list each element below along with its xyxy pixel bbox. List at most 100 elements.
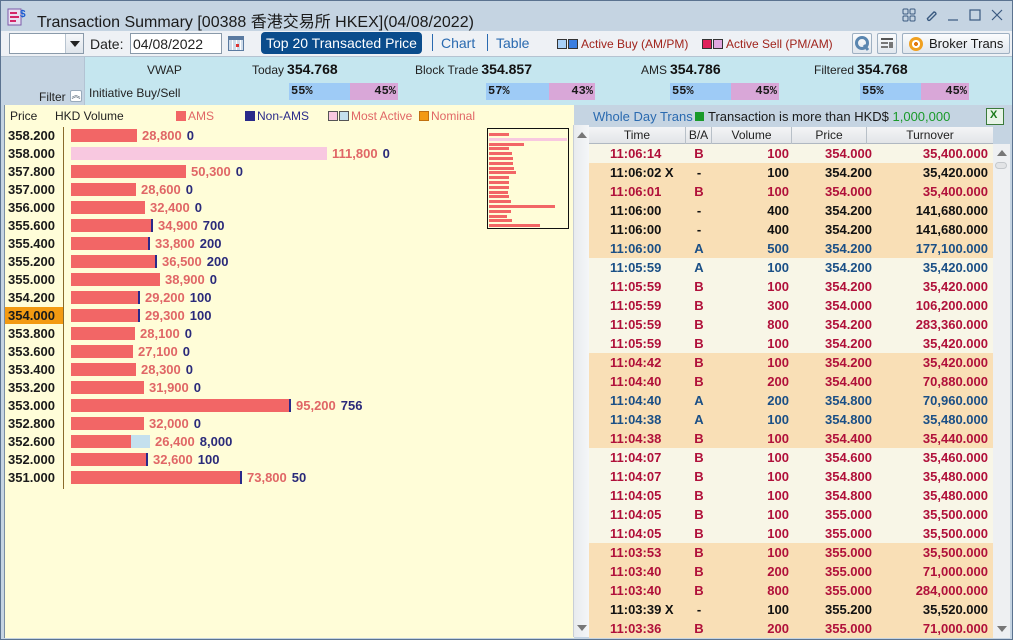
active-sell-pm-swatch [702,39,712,49]
transaction-row[interactable]: 11:04:05 B 100 354.800 35,480.000 [589,486,993,505]
broker-trans-button[interactable]: Broker Trans [902,33,1011,54]
scroll-up-arrow-icon[interactable] [997,150,1007,156]
calendar-icon[interactable] [228,36,244,51]
price-volume-row[interactable]: 353.200 31,900 0 [5,379,565,397]
price-volume-row[interactable]: 352.600 26,400 8,000 [5,433,565,451]
transaction-row[interactable]: 11:04:05 B 100 355.000 35,500.000 [589,524,993,543]
price-volume-row[interactable]: 358.000 111,800 0 [5,145,565,163]
buy-ask-indicator: B [694,469,704,484]
layout-icon[interactable] [902,8,916,22]
scroll-down-arrow-icon[interactable] [997,626,1007,632]
price-volume-row[interactable]: 355.000 38,900 0 [5,271,565,289]
transaction-row[interactable]: 11:03:39 X - 100 355.200 35,520.000 [589,600,993,619]
transaction-row[interactable]: 11:04:38 B 100 354.400 35,440.000 [589,429,993,448]
date-input[interactable] [130,33,222,54]
toolbar: Date: Top 20 Transacted Price Chart Tabl… [1,31,1012,57]
tab-table[interactable]: Table [496,35,529,51]
column-header-time[interactable]: Time [589,127,686,144]
transaction-row[interactable]: 11:05:59 B 100 354.200 35,420.000 [589,334,993,353]
transaction-row[interactable]: 11:06:01 B 100 354.000 35,400.000 [589,182,993,201]
transaction-row[interactable]: 11:05:59 B 800 354.200 283,360.000 [589,315,993,334]
column-header-volume[interactable]: Volume [712,127,792,144]
non-ams-volume-bar [240,471,242,484]
transaction-row[interactable]: 11:04:38 A 100 354.800 35,480.000 [589,410,993,429]
price-volume-row[interactable]: 354.200 29,200 100 [5,289,565,307]
trade-volume: 800 [767,317,789,332]
price-volume-row[interactable]: 353.000 95,200 756 [5,397,565,415]
transaction-row[interactable]: 11:06:14 B 100 354.000 35,400.000 [589,144,993,163]
quote-button[interactable] [852,33,872,54]
layout-view-button[interactable] [877,33,897,54]
trade-turnover: 35,460.000 [922,450,988,465]
minimap-bar [489,205,555,208]
vwap-filtered-value: 354.768 [857,61,908,77]
tab-top-20-transacted-price[interactable]: Top 20 Transacted Price [261,32,422,54]
price-volume-row[interactable]: 353.800 28,100 0 [5,325,565,343]
scroll-down-arrow-icon[interactable] [577,625,587,631]
trade-turnover: 35,500.000 [922,545,988,560]
scroll-up-arrow-icon[interactable] [577,132,587,138]
trade-volume: 100 [767,469,789,484]
chevron-double-up-icon[interactable]: ︽ [70,90,82,102]
price-volume-row[interactable]: 353.400 28,300 0 [5,361,565,379]
ams-volume-value: 28,100 [140,326,180,341]
transaction-row[interactable]: 11:04:07 B 100 354.600 35,460.000 [589,448,993,467]
transaction-row[interactable]: 11:05:59 A 100 354.200 35,420.000 [589,258,993,277]
transaction-row[interactable]: 11:03:36 B 200 355.000 71,000.000 [589,619,993,638]
transactions-scrollbar[interactable] [993,144,1010,638]
trade-time: 11:04:38 [610,431,662,446]
ams-volume-value: 28,300 [141,362,181,377]
transaction-row[interactable]: 11:05:59 B 100 354.200 35,420.000 [589,277,993,296]
ams-volume-value: 50,300 [191,164,231,179]
price-volume-row[interactable]: 354.000 29,300 100 [5,307,565,325]
volume-overview-minimap[interactable] [487,128,569,229]
transaction-row[interactable]: 11:04:40 B 200 354.400 70,880.000 [589,372,993,391]
vwap-filtered-label: Filtered [814,63,855,77]
price-volume-row[interactable]: 351.000 73,800 50 [5,469,565,487]
column-header-ba[interactable]: B/A [686,127,712,144]
price-label: 352.600 [8,434,55,449]
price-volume-row[interactable]: 356.000 32,400 0 [5,199,565,217]
buy-ask-indicator: B [694,374,704,389]
price-volume-row[interactable]: 355.600 34,900 700 [5,217,565,235]
whole-day-trans-title[interactable]: Whole Day Trans [593,109,693,124]
price-volume-row[interactable]: 352.800 32,000 0 [5,415,565,433]
transaction-row[interactable]: 11:04:40 A 200 354.800 70,960.000 [589,391,993,410]
tab-chart[interactable]: Chart [441,35,475,51]
price-volume-row[interactable]: 357.800 50,300 0 [5,163,565,181]
transaction-row[interactable]: 11:04:05 B 100 355.000 35,500.000 [589,505,993,524]
transaction-row[interactable]: 11:03:53 B 100 355.000 35,500.000 [589,543,993,562]
column-header-price[interactable]: Price [792,127,867,144]
price-volume-panel: Price HKD Volume AMS Non-AMS Most Active… [4,105,574,638]
non-ams-volume-bar [138,291,140,304]
transaction-row[interactable]: 11:03:40 B 200 355.000 71,000.000 [589,562,993,581]
transaction-row[interactable]: 11:03:40 B 800 355.000 284,000.000 [589,581,993,600]
price-volume-row[interactable]: 357.000 28,600 0 [5,181,565,199]
scrollbar-thumb[interactable] [995,162,1007,169]
transaction-row[interactable]: 11:06:00 - 400 354.200 141,680.000 [589,220,993,239]
price-volume-row[interactable]: 353.600 27,100 0 [5,343,565,361]
excel-export-icon[interactable] [986,108,1004,125]
trade-time: 11:05:59 [610,298,662,313]
price-volume-row[interactable]: 355.400 33,800 200 [5,235,565,253]
maximize-icon[interactable] [968,8,982,22]
transaction-row[interactable]: 11:06:02 X - 100 354.200 35,420.000 [589,163,993,182]
attach-icon[interactable] [924,8,938,22]
transaction-row[interactable]: 11:05:59 B 300 354.000 106,200.000 [589,296,993,315]
vwap-ams-value: 354.786 [670,61,721,77]
non-ams-volume-value: 0 [185,182,193,197]
price-volume-row[interactable]: 358.200 28,800 0 [5,127,565,145]
trade-turnover: 35,400.000 [922,184,988,199]
stock-combo-box[interactable] [9,33,84,54]
close-icon[interactable] [990,8,1004,22]
column-header-turnover[interactable]: Turnover [867,127,993,144]
minimize-icon[interactable] [946,8,960,22]
price-volume-scrollbar[interactable] [573,125,589,637]
price-volume-row[interactable]: 355.200 36,500 200 [5,253,565,271]
transaction-row[interactable]: 11:04:42 B 100 354.200 35,420.000 [589,353,993,372]
transaction-row[interactable]: 11:06:00 A 500 354.200 177,100.000 [589,239,993,258]
transaction-row[interactable]: 11:06:00 - 400 354.200 141,680.000 [589,201,993,220]
chevron-down-icon[interactable] [65,34,83,53]
transaction-row[interactable]: 11:04:07 B 100 354.800 35,480.000 [589,467,993,486]
price-volume-row[interactable]: 352.000 32,600 100 [5,451,565,469]
